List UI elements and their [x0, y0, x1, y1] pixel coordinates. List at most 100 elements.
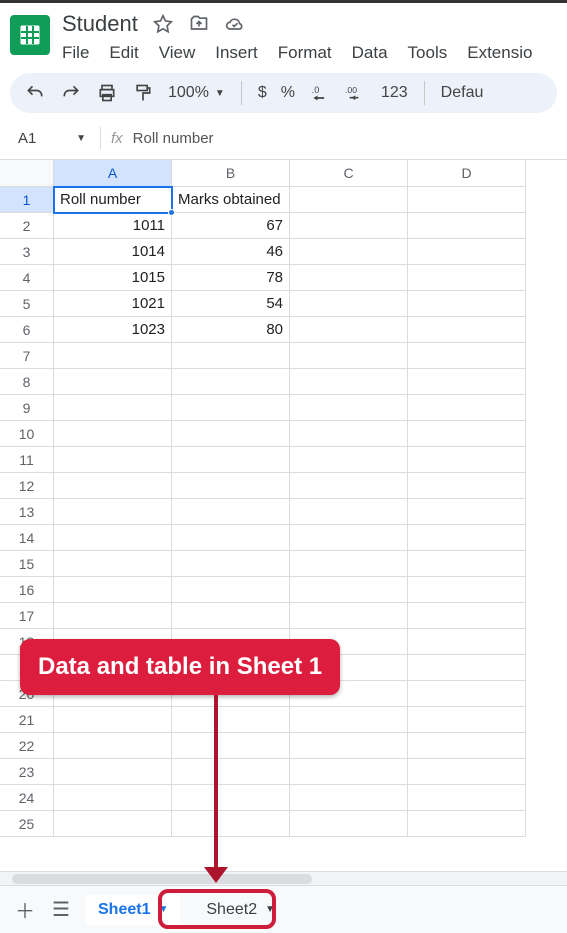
cell-D6[interactable] [408, 317, 526, 343]
sheet-tab-sheet1[interactable]: Sheet1 ▼ [86, 895, 180, 925]
row-header[interactable]: 11 [0, 447, 54, 473]
cell-A7[interactable] [54, 343, 172, 369]
cell-A11[interactable] [54, 447, 172, 473]
menu-view[interactable]: View [159, 43, 196, 63]
row-header[interactable]: 3 [0, 239, 54, 265]
cell-D10[interactable] [408, 421, 526, 447]
row-header[interactable]: 22 [0, 733, 54, 759]
cell-B21[interactable] [172, 707, 290, 733]
cell-B4[interactable]: 78 [172, 265, 290, 291]
cell-C24[interactable] [290, 785, 408, 811]
cell-C23[interactable] [290, 759, 408, 785]
menu-extensions[interactable]: Extensio [467, 43, 532, 63]
percent-button[interactable]: % [281, 84, 295, 102]
row-header[interactable]: 12 [0, 473, 54, 499]
cell-A16[interactable] [54, 577, 172, 603]
row-header[interactable]: 5 [0, 291, 54, 317]
cell-C17[interactable] [290, 603, 408, 629]
move-icon[interactable] [188, 13, 210, 35]
cell-D22[interactable] [408, 733, 526, 759]
add-sheet-button[interactable]: ＋ [14, 899, 36, 921]
caret-down-icon[interactable]: ▼ [158, 904, 168, 915]
row-header[interactable]: 25 [0, 811, 54, 837]
row-header[interactable]: 23 [0, 759, 54, 785]
cell-A13[interactable] [54, 499, 172, 525]
menu-data[interactable]: Data [352, 43, 388, 63]
cell-C12[interactable] [290, 473, 408, 499]
row-header[interactable]: 6 [0, 317, 54, 343]
cell-C6[interactable] [290, 317, 408, 343]
row-header[interactable]: 10 [0, 421, 54, 447]
cell-A10[interactable] [54, 421, 172, 447]
cell-C7[interactable] [290, 343, 408, 369]
cell-C3[interactable] [290, 239, 408, 265]
selection-handle[interactable] [168, 209, 175, 216]
horizontal-scrollbar[interactable] [0, 871, 567, 885]
cell-D25[interactable] [408, 811, 526, 837]
cell-D13[interactable] [408, 499, 526, 525]
cell-A9[interactable] [54, 395, 172, 421]
cell-D9[interactable] [408, 395, 526, 421]
cell-D1[interactable] [408, 187, 526, 213]
cell-B14[interactable] [172, 525, 290, 551]
decrease-decimal-button[interactable]: .0 [309, 82, 331, 104]
cell-A1[interactable]: Roll number [54, 187, 172, 213]
caret-down-icon[interactable]: ▼ [265, 904, 275, 915]
cell-C2[interactable] [290, 213, 408, 239]
increase-decimal-button[interactable]: .00 [345, 82, 367, 104]
cell-A8[interactable] [54, 369, 172, 395]
cell-B17[interactable] [172, 603, 290, 629]
cell-A14[interactable] [54, 525, 172, 551]
cell-B3[interactable]: 46 [172, 239, 290, 265]
cell-C4[interactable] [290, 265, 408, 291]
cell-A4[interactable]: 1015 [54, 265, 172, 291]
cell-D4[interactable] [408, 265, 526, 291]
row-header[interactable]: 7 [0, 343, 54, 369]
row-header[interactable]: 4 [0, 265, 54, 291]
cell-A21[interactable] [54, 707, 172, 733]
currency-button[interactable]: $ [258, 84, 267, 102]
document-title[interactable]: Student [62, 11, 138, 37]
cell-C13[interactable] [290, 499, 408, 525]
cell-A17[interactable] [54, 603, 172, 629]
cell-B15[interactable] [172, 551, 290, 577]
cell-D3[interactable] [408, 239, 526, 265]
row-header[interactable]: 2 [0, 213, 54, 239]
cell-A12[interactable] [54, 473, 172, 499]
undo-icon[interactable] [24, 82, 46, 104]
name-box[interactable]: A1 ▼ [10, 128, 90, 149]
column-header-D[interactable]: D [408, 160, 526, 187]
cell-A2[interactable]: 1011 [54, 213, 172, 239]
column-header-B[interactable]: B [172, 160, 290, 187]
cell-D24[interactable] [408, 785, 526, 811]
cell-C16[interactable] [290, 577, 408, 603]
font-dropdown[interactable]: Defau [441, 84, 484, 102]
cell-B9[interactable] [172, 395, 290, 421]
paint-format-icon[interactable] [132, 82, 154, 104]
print-icon[interactable] [96, 82, 118, 104]
all-sheets-button[interactable]: ☰ [50, 899, 72, 921]
cell-B23[interactable] [172, 759, 290, 785]
row-header[interactable]: 17 [0, 603, 54, 629]
cell-C25[interactable] [290, 811, 408, 837]
sheet-tab-sheet2[interactable]: Sheet2 ▼ [194, 895, 287, 925]
cell-B24[interactable] [172, 785, 290, 811]
cell-B22[interactable] [172, 733, 290, 759]
cell-B11[interactable] [172, 447, 290, 473]
cell-A3[interactable]: 1014 [54, 239, 172, 265]
cell-C8[interactable] [290, 369, 408, 395]
cell-B7[interactable] [172, 343, 290, 369]
cell-D11[interactable] [408, 447, 526, 473]
menu-edit[interactable]: Edit [109, 43, 138, 63]
column-header-A[interactable]: A [54, 160, 172, 187]
cell-C21[interactable] [290, 707, 408, 733]
row-header[interactable]: 14 [0, 525, 54, 551]
cell-C22[interactable] [290, 733, 408, 759]
cell-C11[interactable] [290, 447, 408, 473]
cell-D7[interactable] [408, 343, 526, 369]
cell-C1[interactable] [290, 187, 408, 213]
row-header[interactable]: 16 [0, 577, 54, 603]
cell-B13[interactable] [172, 499, 290, 525]
cell-D12[interactable] [408, 473, 526, 499]
formula-input[interactable]: Roll number [133, 130, 214, 147]
